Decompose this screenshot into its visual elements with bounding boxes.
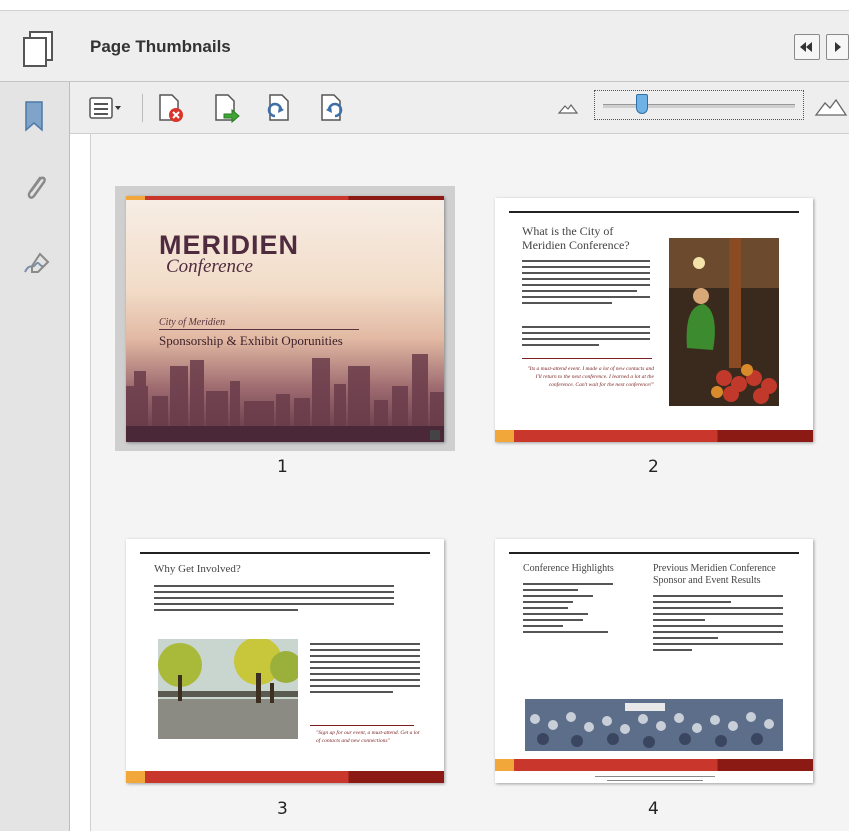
options-menu-icon <box>89 97 121 119</box>
undo-icon <box>267 94 289 121</box>
testimonial-quote: "Its a must-attend event. I made a lot o… <box>527 366 654 388</box>
body-text-block-2 <box>522 326 650 350</box>
zoom-slider-thumb[interactable] <box>635 94 648 114</box>
redo-button[interactable] <box>314 92 348 124</box>
page-number-4: 4 <box>648 799 659 819</box>
double-left-arrow-icon <box>800 42 812 52</box>
thumbnail-toolbar <box>70 82 849 134</box>
navigation-sidebar <box>0 82 70 831</box>
column-heading-left: Conference Highlights <box>523 563 614 574</box>
city-skyline-image <box>126 354 444 442</box>
body-text-block <box>154 585 394 615</box>
delete-pages-button[interactable] <box>154 92 188 124</box>
mountain-small-icon[interactable] <box>557 100 579 116</box>
page-thumbnail-4[interactable]: Conference Highlights Previous Meridien … <box>495 539 813 783</box>
signature-icon[interactable] <box>22 248 52 278</box>
brand-subtitle: Conference <box>166 256 253 277</box>
highlights-list <box>523 583 623 637</box>
page-thumbnail-1[interactable]: MERIDIEN Conference City of Meridien Spo… <box>126 196 444 442</box>
mountain-large-icon[interactable] <box>814 96 848 118</box>
market-photo <box>669 238 779 406</box>
window-top-edge <box>0 0 849 10</box>
body-text-block-2 <box>310 643 420 697</box>
undo-button[interactable] <box>262 92 296 124</box>
quote-rule <box>522 358 652 359</box>
park-photo <box>158 639 298 739</box>
panel-header: Page Thumbnails <box>0 10 849 82</box>
options-menu-button[interactable] <box>86 92 126 124</box>
crowd-photo <box>525 699 783 751</box>
page-thumbnail-3[interactable]: Why Get Involved? "Sign up for our event… <box>126 539 444 783</box>
right-arrow-icon <box>835 42 841 52</box>
page-footer-bar <box>126 771 444 783</box>
zoom-slider[interactable] <box>594 90 804 120</box>
attachment-icon[interactable] <box>22 172 50 206</box>
page-top-rule <box>509 552 799 554</box>
delete-pages-icon <box>159 94 183 122</box>
testimonial-quote: "Sign up for our event, a must-attend. G… <box>316 730 420 744</box>
page-top-rule <box>509 211 799 213</box>
thumbnails-area: MERIDIEN Conference City of Meridien Spo… <box>90 134 849 831</box>
zoom-slider-track <box>603 104 795 108</box>
insert-pages-icon <box>215 94 240 124</box>
page-heading: What is the City of Meridien Conference? <box>522 224 630 252</box>
page-thumbnails-icon <box>23 31 53 67</box>
results-list <box>653 595 783 655</box>
page-footer-bar <box>495 430 813 442</box>
bookmark-icon[interactable] <box>22 100 48 134</box>
page-number-1: 1 <box>277 457 288 477</box>
page-thumbnail-2[interactable]: What is the City of Meridien Conference?… <box>495 198 813 442</box>
body-text-block <box>522 260 650 308</box>
page-top-bar <box>126 196 444 200</box>
column-heading-right: Previous Meridien Conference Sponsor and… <box>653 563 776 586</box>
page-number-3: 3 <box>277 799 288 819</box>
kicker-text: City of Meridien <box>159 317 226 328</box>
page-heading: Why Get Involved? <box>154 563 241 575</box>
redo-icon <box>321 94 343 121</box>
page-footer-bar <box>495 759 813 771</box>
quote-rule <box>310 725 414 726</box>
insert-pages-button[interactable] <box>210 92 244 124</box>
footer-note <box>595 776 715 781</box>
title-rule <box>159 329 359 330</box>
toolbar-separator <box>142 94 143 122</box>
expand-right-button[interactable] <box>826 34 849 60</box>
page-corner-marker <box>430 430 440 440</box>
collapse-left-button[interactable] <box>794 34 820 60</box>
panel-title: Page Thumbnails <box>90 37 231 56</box>
page-number-2: 2 <box>648 457 659 477</box>
page-top-rule <box>140 552 430 554</box>
